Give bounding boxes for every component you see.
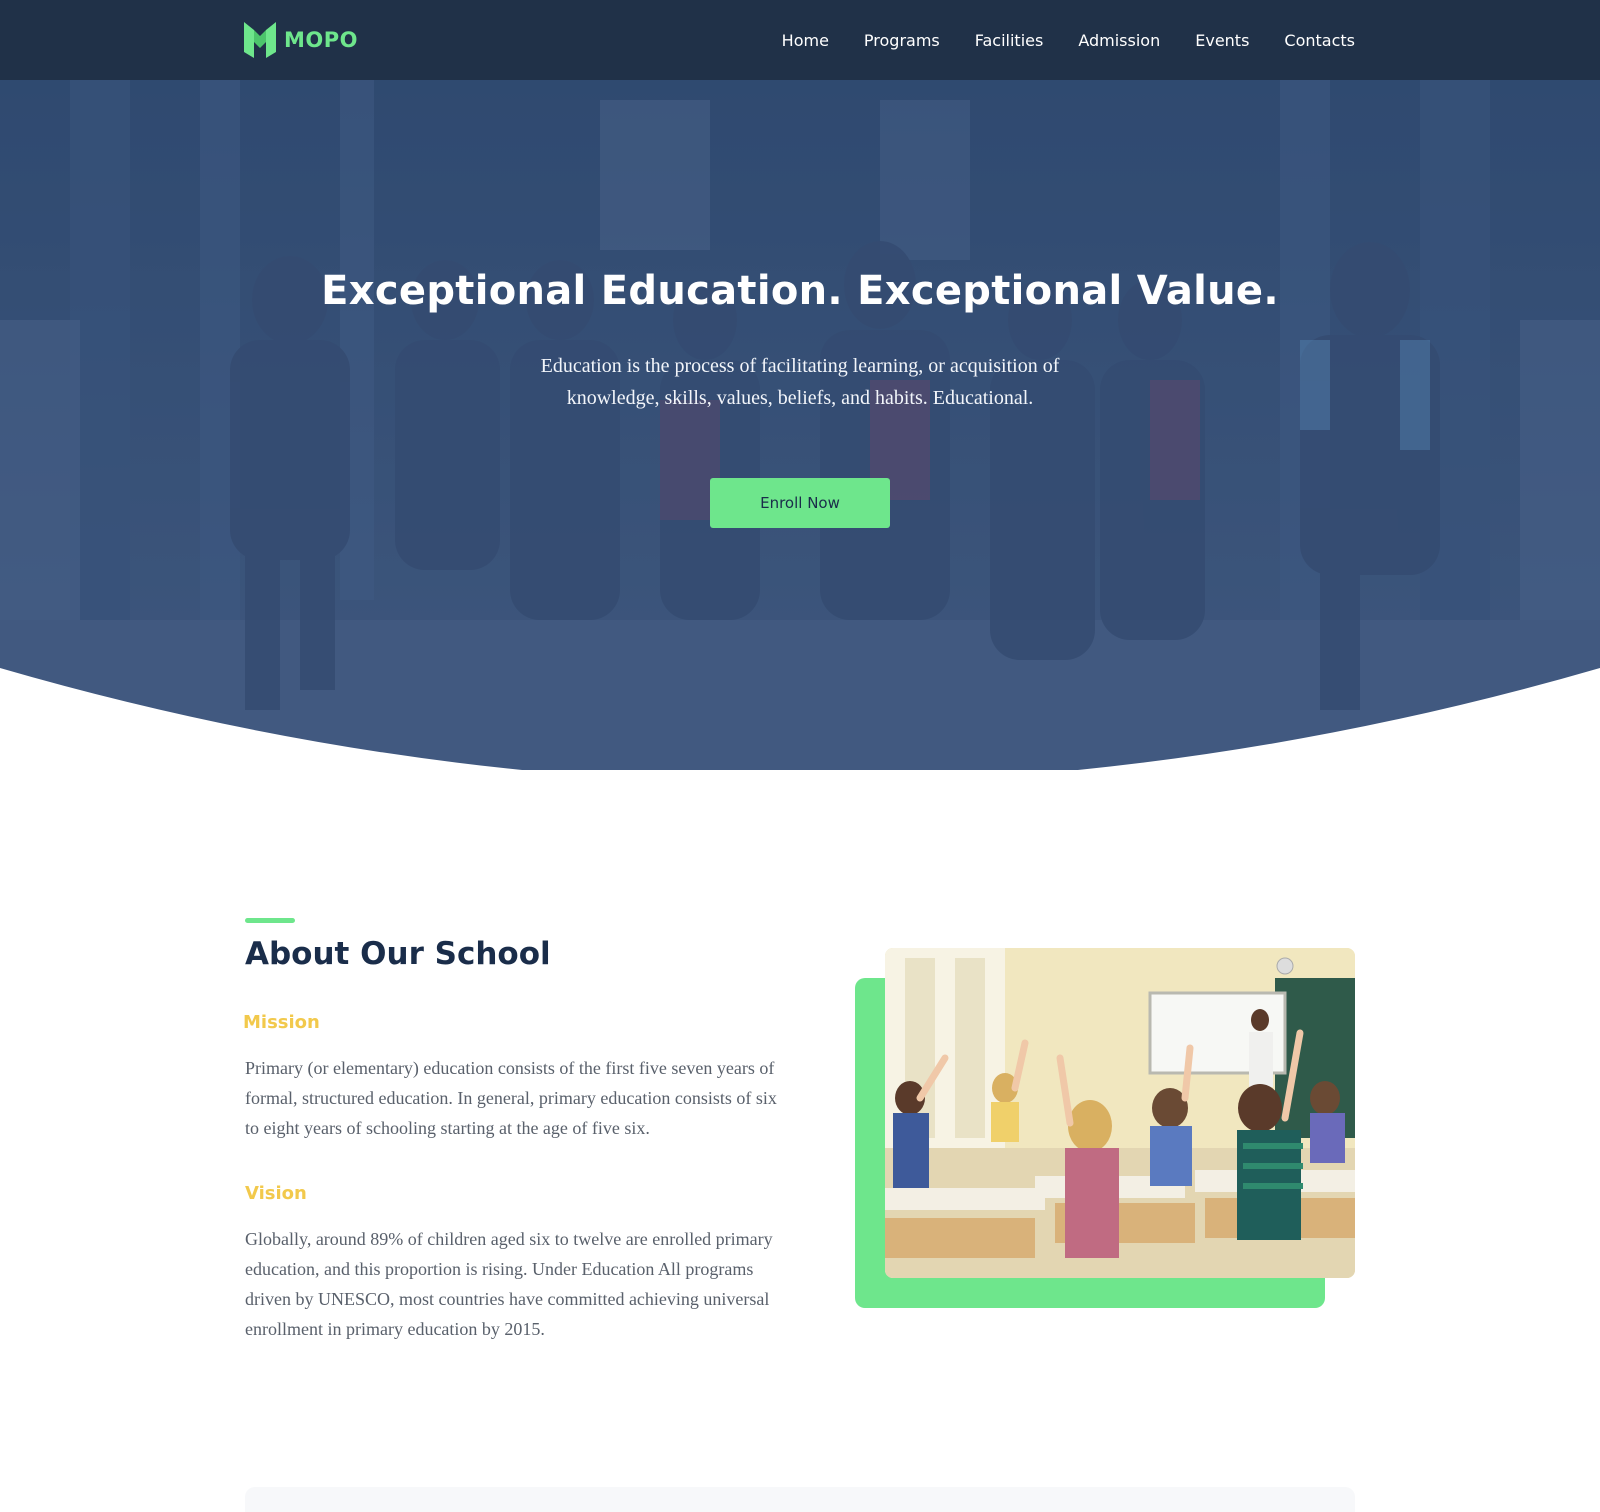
classroom-photo xyxy=(885,948,1355,1278)
main-nav: Home Programs Facilities Admission Event… xyxy=(747,0,1355,80)
enroll-now-button[interactable]: Enroll Now xyxy=(710,478,890,528)
nav-home[interactable]: Home xyxy=(782,31,829,50)
nav-facilities[interactable]: Facilities xyxy=(975,31,1044,50)
nav-events[interactable]: Events xyxy=(1195,31,1249,50)
about-title: About Our School xyxy=(245,936,551,972)
next-section-card xyxy=(245,1487,1355,1512)
hero-title: Exceptional Education. Exceptional Value… xyxy=(321,268,1279,314)
vision-text: Globally, around 89% of children aged si… xyxy=(245,1229,773,1339)
nav-programs[interactable]: Programs xyxy=(864,31,940,50)
top-navbar: MOPO Home Programs Facilities Admission … xyxy=(0,0,1600,80)
section-accent-bar xyxy=(245,918,295,923)
nav-contacts[interactable]: Contacts xyxy=(1284,31,1355,50)
logo-m-icon xyxy=(244,22,276,58)
mission-text: Primary (or elementary) education consis… xyxy=(245,1058,777,1138)
vision-label: Vision xyxy=(245,1183,307,1204)
nav-admission[interactable]: Admission xyxy=(1078,31,1160,50)
mission-label: Mission xyxy=(243,1012,320,1033)
brand-name: MOPO xyxy=(284,28,358,52)
brand-logo[interactable]: MOPO xyxy=(244,22,358,58)
classroom-illustration xyxy=(885,948,1355,1278)
hero-subtitle: Education is the process of facilitating… xyxy=(540,355,1060,409)
